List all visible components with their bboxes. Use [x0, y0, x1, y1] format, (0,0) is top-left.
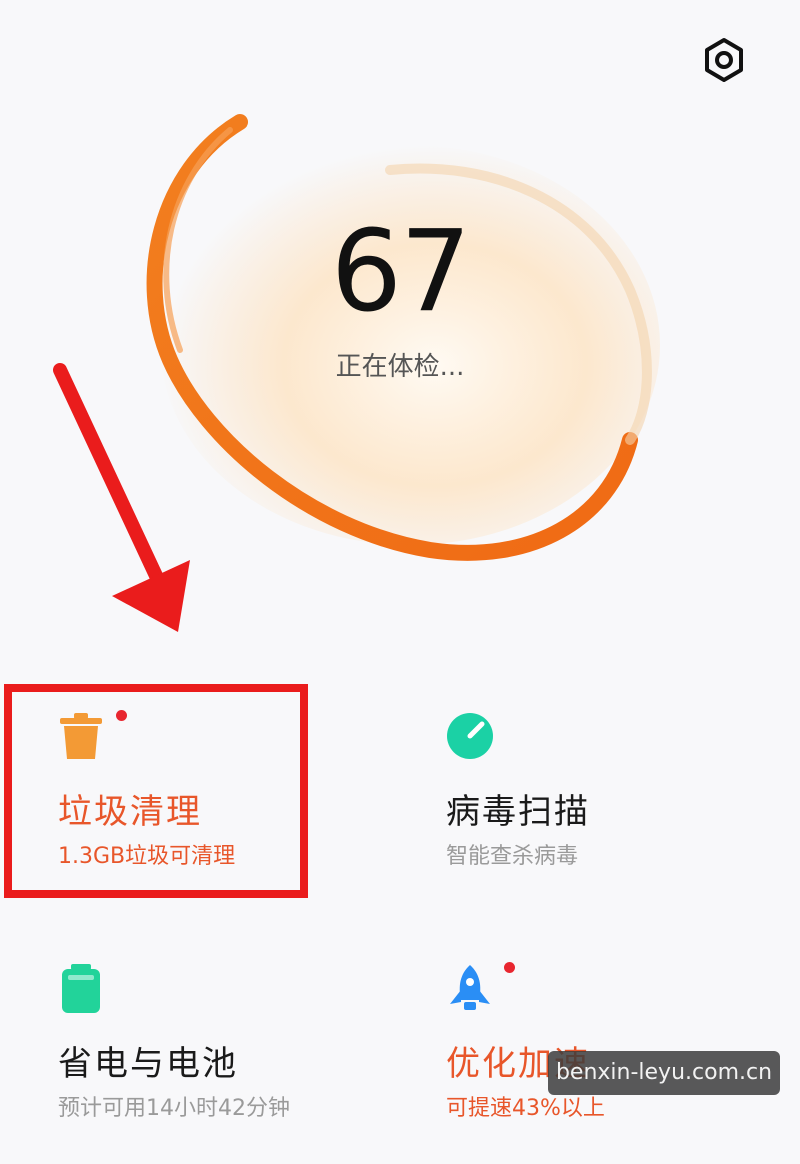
battery-card[interactable]: 省电与电池 预计可用14小时42分钟 [58, 964, 398, 1164]
trash-bin-icon [60, 713, 102, 759]
virus-scan-title: 病毒扫描 [446, 792, 590, 832]
health-check-status: 正在体检... [335, 352, 465, 382]
virus-scan-card[interactable]: 病毒扫描 智能查杀病毒 [446, 712, 786, 912]
rocket-icon [450, 965, 490, 1010]
health-score-value: 67 [330, 207, 472, 337]
junk-clean-card[interactable]: 垃圾清理 1.3GB垃圾可清理 [58, 710, 398, 912]
junk-clean-title: 垃圾清理 [58, 792, 202, 832]
junk-clean-subtitle: 1.3GB垃圾可清理 [58, 844, 236, 869]
settings-button[interactable] [700, 36, 748, 84]
notification-badge [504, 962, 515, 973]
annotation-arrow-icon [53, 363, 190, 632]
battery-icon [62, 964, 100, 1013]
virus-scan-subtitle: 智能查杀病毒 [446, 844, 579, 869]
watermark: benxin-leyu.com.cn [548, 1051, 780, 1095]
speed-up-subtitle: 可提速43%以上 [446, 1096, 605, 1121]
battery-subtitle: 预计可用14小时42分钟 [58, 1096, 290, 1121]
notification-badge [116, 710, 127, 721]
battery-title: 省电与电池 [58, 1044, 238, 1084]
virus-scan-icon [447, 713, 493, 759]
gear-hexagon-icon [705, 38, 743, 82]
